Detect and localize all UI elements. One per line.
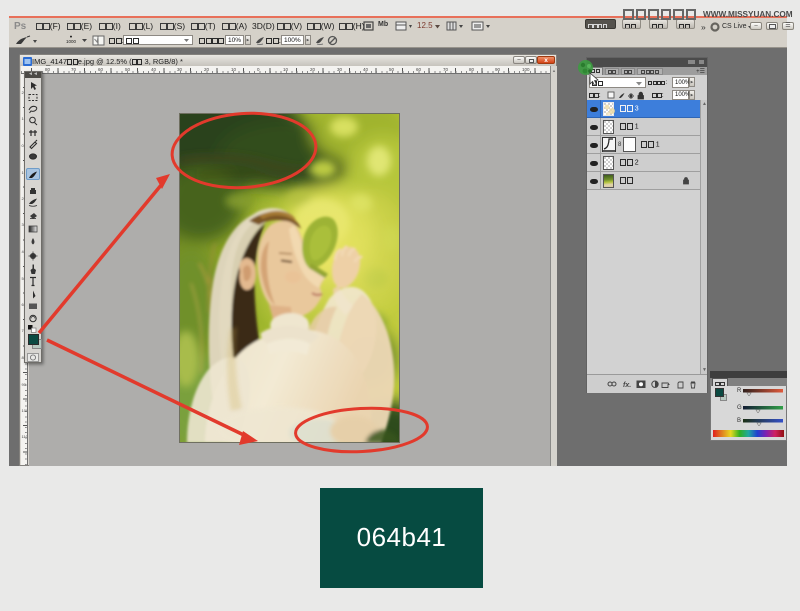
svg-text:fx.: fx. bbox=[623, 382, 631, 389]
